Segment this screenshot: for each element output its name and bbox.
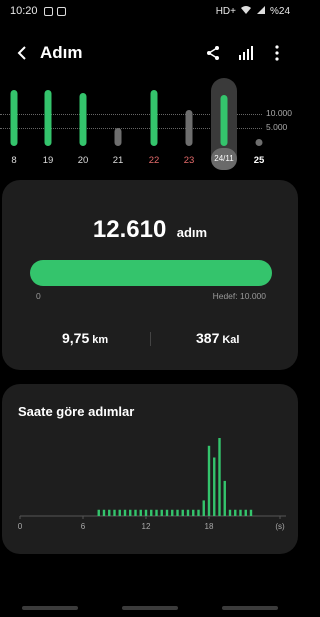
x-tick-label: 12 xyxy=(142,522,151,531)
day-steps-bar xyxy=(114,128,122,146)
daily-summary-card: 12.610 adım 0 Hedef: 10.000 9,75 km 387 Ka… xyxy=(2,180,298,370)
home-button[interactable] xyxy=(122,606,178,610)
day-column[interactable]: 25 xyxy=(245,78,273,170)
metric-divider xyxy=(150,332,151,346)
hourly-bar xyxy=(165,509,169,516)
recent-apps-button[interactable] xyxy=(22,606,78,610)
status-time: 10:20 xyxy=(10,5,38,17)
app-header: Adım xyxy=(0,36,300,70)
weekly-steps-strip: 10.000 5.000 8 19 20 21 22 23 24/11 25 xyxy=(0,78,300,170)
hourly-bar xyxy=(207,445,211,516)
day-steps-bar xyxy=(150,90,158,146)
day-label: 23 xyxy=(183,155,195,166)
day-column[interactable]: 20 xyxy=(69,78,97,170)
hourly-bar xyxy=(118,509,121,516)
notification-icon xyxy=(43,6,53,16)
battery-level: %24 xyxy=(269,5,290,17)
step-count-unit: adım xyxy=(176,225,208,240)
hourly-bar xyxy=(113,509,116,516)
back-button[interactable] xyxy=(222,606,278,610)
page-title: Adım xyxy=(40,43,83,62)
hourly-bar xyxy=(197,509,200,516)
app-notification-icon xyxy=(56,6,66,16)
hourly-bar xyxy=(202,500,205,516)
day-steps-bar xyxy=(10,90,18,146)
day-label: 21 xyxy=(112,155,124,166)
day-column[interactable]: 24/11 xyxy=(210,78,238,170)
x-tick-label: 0 xyxy=(18,522,23,531)
hourly-bar xyxy=(249,509,253,516)
network-type: HD+ xyxy=(215,5,236,17)
day-label: 24/11 xyxy=(211,148,237,170)
hourly-bar xyxy=(213,457,216,516)
hourly-bar xyxy=(181,509,184,516)
bar-chart-icon[interactable] xyxy=(236,44,254,62)
hourly-bar xyxy=(234,509,237,516)
wifi-icon xyxy=(240,5,252,18)
hourly-bar xyxy=(144,509,148,516)
hourly-bar xyxy=(139,509,142,516)
x-tick-label: 6 xyxy=(81,522,86,531)
system-navigation-bar xyxy=(0,600,300,617)
calories-unit: Kal xyxy=(222,334,240,346)
progress-min-label: 0 xyxy=(36,291,41,301)
goal-label: Hedef: 10.000 xyxy=(212,291,266,301)
hourly-bar xyxy=(218,438,221,516)
hourly-bar xyxy=(244,509,247,516)
status-indicators: HD+ %24 xyxy=(216,5,290,18)
share-icon[interactable] xyxy=(204,44,222,62)
day-steps-bar xyxy=(79,93,87,146)
hourly-bar xyxy=(192,509,195,516)
day-label: 19 xyxy=(42,155,54,166)
hourly-bar xyxy=(160,509,163,516)
x-tick-label: (s) xyxy=(275,522,285,531)
back-icon[interactable] xyxy=(6,37,38,69)
step-count: 12.610 adım xyxy=(2,216,298,244)
more-vertical-icon[interactable] xyxy=(268,44,286,62)
day-label: 25 xyxy=(253,155,265,166)
hourly-bar xyxy=(123,509,127,516)
distance: 9,75 km xyxy=(62,330,108,346)
distance-unit: km xyxy=(92,334,109,346)
day-steps-bar xyxy=(185,110,193,146)
distance-value: 9,75 xyxy=(62,330,90,346)
hourly-bar xyxy=(228,509,232,516)
day-steps-bar xyxy=(220,95,228,146)
hourly-bar xyxy=(102,509,106,516)
header-actions xyxy=(204,44,286,62)
day-label: 8 xyxy=(11,155,17,166)
calories: 387 Kal xyxy=(196,330,239,346)
hourly-steps-card[interactable]: Saate göre adımlar 0 6 12 18 (s) xyxy=(2,384,298,554)
signal-icon xyxy=(256,5,266,18)
hourly-bar xyxy=(134,509,137,516)
status-bar: 10:20 HD+ %24 xyxy=(0,0,300,22)
hourly-bar xyxy=(155,509,158,516)
hourly-steps-chart: 0 6 12 18 (s) xyxy=(18,438,286,531)
hourly-bar xyxy=(223,480,226,516)
goal-progress-bar xyxy=(30,260,272,286)
hourly-bar xyxy=(176,509,179,516)
day-steps-bar xyxy=(255,139,263,146)
hourly-bar xyxy=(150,509,153,516)
day-label: 20 xyxy=(77,155,89,166)
day-column[interactable]: 21 xyxy=(104,78,132,170)
x-tick-label: 18 xyxy=(205,522,214,531)
day-column[interactable]: 23 xyxy=(175,78,203,170)
day-column[interactable]: 19 xyxy=(34,78,62,170)
hourly-bar xyxy=(97,509,100,516)
step-count-value: 12.610 xyxy=(92,216,167,243)
hourly-bar xyxy=(171,509,174,516)
hourly-bar xyxy=(108,509,111,516)
day-column[interactable]: 22 xyxy=(140,78,168,170)
calories-value: 387 xyxy=(196,330,220,346)
hourly-bar xyxy=(239,509,242,516)
hourly-bar xyxy=(129,509,132,516)
day-steps-bar xyxy=(44,90,52,146)
day-label: 22 xyxy=(148,155,160,166)
hourly-bar xyxy=(186,509,190,516)
day-column[interactable]: 8 xyxy=(0,78,28,170)
